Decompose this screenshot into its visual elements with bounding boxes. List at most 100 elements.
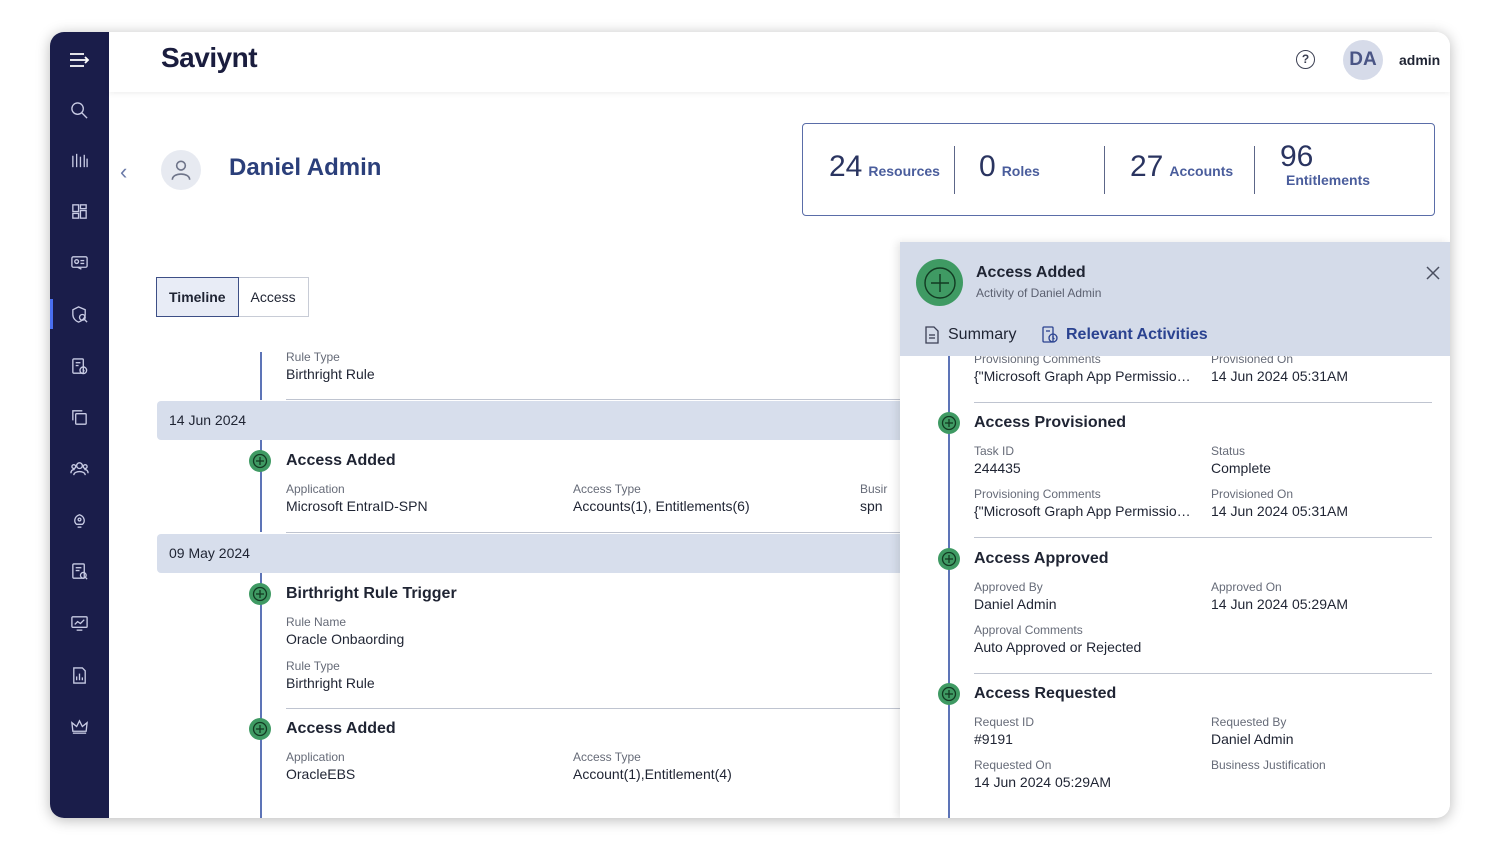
tab-relevant-activities[interactable]: Relevant Activities — [1041, 326, 1208, 344]
field-label: Requested On — [974, 758, 1052, 772]
crown-icon[interactable] — [64, 711, 94, 741]
copy-icon[interactable] — [64, 402, 94, 432]
file-chart-icon[interactable] — [64, 660, 94, 690]
activity-title[interactable]: Access Requested — [974, 685, 1116, 703]
field-label: Application — [286, 482, 345, 496]
stat-label: Resources — [868, 163, 940, 179]
field-label: Provisioned On — [1211, 487, 1294, 501]
field-value: 244435 — [974, 460, 1021, 476]
divider — [974, 537, 1432, 538]
activity-title[interactable]: Access Provisioned — [974, 414, 1126, 432]
field-label: Rule Name — [286, 615, 347, 629]
divider — [1104, 146, 1105, 194]
menu-icon[interactable] — [64, 45, 94, 75]
stat-label: Roles — [1001, 163, 1040, 179]
access-provisioned-icon — [938, 412, 960, 434]
view-tabs: Timeline Access — [156, 277, 309, 317]
lightbulb-icon[interactable] — [64, 505, 94, 535]
app-window: Saviynt ? DA admin ‹ Daniel Admin 24 Res… — [50, 32, 1450, 818]
stat-roles[interactable]: 0 Roles — [979, 150, 1040, 184]
field-label: Request ID — [974, 715, 1035, 729]
rule-trigger-icon — [249, 583, 271, 605]
event-title[interactable]: Birthright Rule Trigger — [286, 585, 457, 603]
date-label: 09 May 2024 — [169, 545, 250, 561]
username[interactable]: admin — [1399, 52, 1440, 68]
request-icon[interactable] — [64, 351, 94, 381]
date-group-header: 09 May 2024 — [157, 534, 907, 573]
event-title[interactable]: Access Added — [286, 452, 396, 470]
field-label: Provisioning Comments — [974, 487, 1101, 501]
tab-access[interactable]: Access — [238, 277, 309, 317]
divider — [286, 532, 906, 533]
stat-resources[interactable]: 24 Resources — [829, 150, 940, 184]
tab-label: Summary — [948, 326, 1017, 343]
stat-label: Entitlements — [1286, 172, 1371, 188]
field-label: Application — [286, 750, 345, 764]
saviynt-logo[interactable]: Saviynt — [161, 42, 258, 74]
stat-value: 0 — [979, 150, 996, 183]
shield-user-icon[interactable] — [50, 299, 94, 329]
tab-label: Relevant Activities — [1066, 326, 1208, 343]
tab-timeline[interactable]: Timeline — [156, 277, 239, 317]
event-title[interactable]: Access Added — [286, 720, 396, 738]
panel-title: Access Added — [976, 264, 1086, 281]
field-label: Task ID — [974, 444, 1015, 458]
field-label: Status — [1211, 444, 1246, 458]
id-card-icon[interactable] — [64, 247, 94, 277]
stats-summary: 24 Resources 0 Roles 27 Accounts 96 Enti… — [802, 123, 1435, 216]
access-approved-icon — [938, 548, 960, 570]
sidebar — [50, 32, 109, 818]
back-chevron-icon[interactable]: ‹ — [120, 159, 127, 185]
field-label: Rule Type — [286, 659, 340, 673]
panel-subtitle: Activity of Daniel Admin — [976, 286, 1102, 300]
field-label: Business Justification — [1211, 758, 1326, 772]
users-icon[interactable] — [64, 453, 94, 483]
field-value: Auto Approved or Rejected — [974, 639, 1142, 655]
help-icon[interactable]: ? — [1296, 50, 1315, 69]
stat-label: Accounts — [1169, 163, 1234, 179]
access-added-icon — [249, 718, 271, 740]
timeline-line — [260, 573, 262, 818]
divider — [1254, 146, 1255, 194]
tab-summary[interactable]: Summary — [923, 326, 1016, 344]
access-added-icon — [916, 259, 963, 306]
activity-clock-icon — [1042, 326, 1058, 343]
close-icon[interactable] — [1425, 265, 1441, 281]
field-value: #9191 — [974, 731, 1013, 747]
search-icon[interactable] — [64, 95, 94, 125]
field-value: {"Microsoft Graph App Permissio… — [974, 503, 1191, 519]
divider — [286, 399, 906, 400]
field-value: {"Microsoft Graph App Permissio… — [974, 368, 1191, 384]
field-value: Birthright Rule — [286, 366, 375, 382]
stat-value: 24 — [829, 150, 863, 183]
field-value: Microsoft EntraID-SPN — [286, 498, 428, 514]
stat-value: 27 — [1130, 150, 1164, 183]
user-avatar[interactable]: DA — [1343, 40, 1383, 80]
document-icon — [925, 326, 939, 344]
analytics-icon[interactable] — [64, 145, 94, 175]
access-added-icon — [249, 450, 271, 472]
date-label: 14 Jun 2024 — [169, 412, 247, 428]
stat-accounts[interactable]: 27 Accounts — [1130, 150, 1233, 184]
report-icon[interactable] — [64, 556, 94, 586]
user-icon — [171, 160, 191, 180]
top-bar: Saviynt ? DA admin — [109, 32, 1450, 92]
field-label: Approval Comments — [974, 623, 1083, 637]
panel-header: Access Added Activity of Daniel Admin Su… — [900, 242, 1450, 356]
field-value: Birthright Rule — [286, 675, 375, 691]
field-value: OracleEBS — [286, 766, 356, 782]
field-label: Approved By — [974, 580, 1043, 594]
profile-avatar — [161, 150, 201, 190]
stat-entitlements[interactable]: 96 Entitlements — [1280, 140, 1370, 188]
profile-name: Daniel Admin — [229, 154, 382, 181]
field-value: Complete — [1211, 460, 1271, 476]
activity-detail-panel: Access Added Activity of Daniel Admin Su… — [900, 242, 1450, 818]
monitor-chart-icon[interactable] — [64, 608, 94, 638]
divider — [974, 402, 1432, 403]
divider — [974, 673, 1432, 674]
field-value: 14 Jun 2024 05:29AM — [1211, 596, 1348, 612]
dashboard-icon[interactable] — [64, 196, 94, 226]
field-label: Rule Type — [286, 350, 340, 364]
access-requested-icon — [938, 683, 960, 705]
activity-title[interactable]: Access Approved — [974, 550, 1109, 568]
